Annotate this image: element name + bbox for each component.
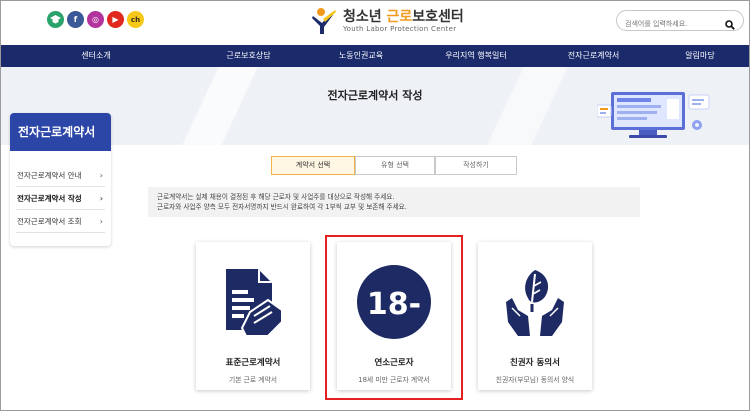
nav-e-contract[interactable]: 전자근로계약서	[536, 45, 651, 67]
logo-subtitle: Youth Labor Protection Center	[343, 24, 457, 33]
sidebar-item-lookup[interactable]: 전자근로계약서 조회 ›	[16, 210, 105, 233]
notice-box: 근로계약서는 실제 채용이 결정된 후 해당 근로자 및 사업주를 대상으로 작…	[148, 187, 640, 217]
card-standard-contract[interactable]: 표준근로계약서 기본 근로 계약서	[196, 242, 310, 390]
nav-notice[interactable]: 알림마당	[651, 45, 749, 67]
sidebar-title: 전자근로계약서	[10, 113, 111, 151]
document-hand-icon	[226, 269, 283, 337]
search-input[interactable]	[625, 14, 725, 34]
nav-labor-education[interactable]: 노동인권교육	[306, 45, 416, 67]
step-write: 작성하기	[435, 156, 517, 175]
card-title: 표준근로계약서	[225, 358, 281, 368]
step-select-contract: 계약서 선택	[271, 156, 355, 175]
sns-links: f ◎ ▶ ch	[47, 11, 144, 28]
instagram-icon[interactable]: ◎	[87, 11, 104, 28]
card-description: 기본 근로 계약서	[228, 376, 278, 384]
progress-steps: 계약서 선택 유형 선택 작성하기	[271, 156, 517, 175]
chevron-right-icon: ›	[99, 217, 103, 226]
top-header: f ◎ ▶ ch 청소년 근로보호센터 Youth Labor Protection …	[1, 1, 749, 45]
chevron-right-icon: ›	[99, 194, 103, 203]
computer-illustration-icon	[597, 92, 710, 138]
card-description: 친권자(부모님) 동의서 양식	[495, 376, 575, 384]
nav-center-intro[interactable]: 센터소개	[1, 45, 191, 67]
sidebar-item-guide[interactable]: 전자근로계약서 안내 ›	[16, 164, 105, 187]
youtube-icon[interactable]: ▶	[107, 11, 124, 28]
selection-highlight	[325, 235, 463, 400]
step-select-type: 유형 선택	[355, 156, 435, 175]
facebook-icon[interactable]: f	[67, 11, 84, 28]
site-logo[interactable]: 청소년 근로보호센터 Youth Labor Protection Center	[311, 7, 464, 35]
sidebar-menu: 전자근로계약서 전자근로계약서 안내 › 전자근로계약서 작성 › 전자근로계약…	[10, 113, 111, 246]
kakao-channel-icon[interactable]: ch	[127, 11, 144, 28]
chevron-right-icon: ›	[99, 171, 103, 180]
card-parental-consent[interactable]: 친권자 동의서 친권자(부모님) 동의서 양식	[478, 242, 592, 390]
notice-line: 근로자와 사업주 양측 모두 전자서명까지 반드시 완료하여 각 1부씩 교부 …	[157, 203, 407, 211]
page-banner: 전자근로계약서 작성	[1, 67, 749, 145]
notice-line: 근로계약서는 실제 채용이 결정된 후 해당 근로자 및 사업주를 대상으로 작…	[157, 193, 395, 201]
logo-mark-icon	[311, 7, 337, 35]
cap-icon[interactable]	[47, 11, 64, 28]
logo-title: 청소년 근로보호센터	[343, 8, 464, 25]
search-icon[interactable]	[725, 15, 735, 30]
main-nav: 센터소개 근로보호상담 노동인권교육 우리지역 행복일터 전자근로계약서 알림마…	[1, 45, 749, 67]
sidebar-item-write[interactable]: 전자근로계약서 작성 ›	[16, 187, 105, 210]
nav-labor-counsel[interactable]: 근로보호상담	[191, 45, 306, 67]
nav-happy-workplace[interactable]: 우리지역 행복일터	[416, 45, 536, 67]
search-box	[616, 10, 744, 34]
card-title: 친권자 동의서	[510, 358, 560, 368]
hands-leaf-icon	[506, 270, 564, 336]
